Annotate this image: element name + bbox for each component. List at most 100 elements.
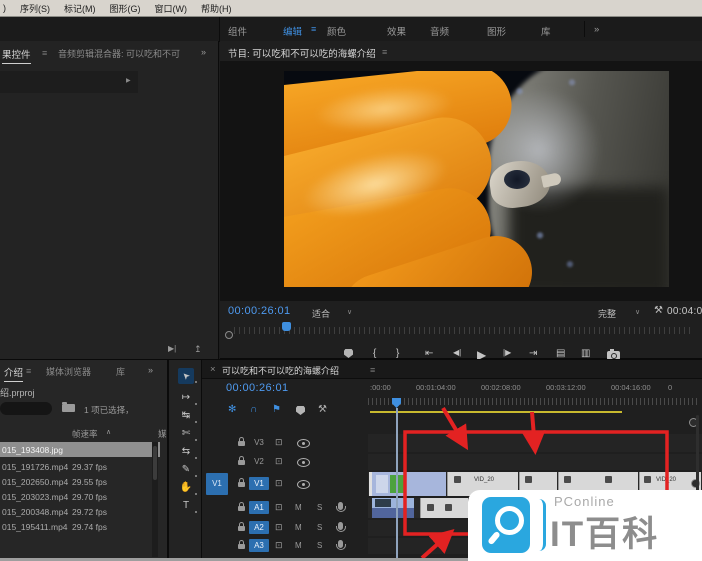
timeline-tab-title[interactable]: 可以吃和不可以吃的海螺介绍 [222, 364, 339, 379]
mark-out-button[interactable]: } [396, 348, 399, 359]
lock-icon[interactable] [238, 460, 245, 465]
step-back-button[interactable]: ◀| [453, 348, 461, 357]
workspace-tab-color[interactable]: 颜色 [327, 24, 346, 38]
scrubber-knob[interactable] [225, 331, 233, 339]
workspace-tab-effects[interactable]: 效果 [387, 24, 406, 38]
solo-button[interactable]: S [317, 503, 322, 512]
project-panel-menu-icon[interactable]: ≡ [26, 366, 31, 376]
timeline-panel-menu-icon[interactable]: ≡ [370, 365, 375, 375]
workspace-tab-libraries[interactable]: 库 [541, 24, 551, 38]
eye-icon[interactable] [297, 480, 310, 489]
razor-tool[interactable]: ✄ [178, 426, 194, 442]
selection-tool[interactable]: ➤ [178, 368, 194, 384]
go-to-out-button[interactable]: ⇥ [529, 348, 537, 359]
step-forward-button[interactable]: |▶ [503, 348, 511, 357]
track-name[interactable]: A2 [249, 521, 269, 534]
project-search-input[interactable] [0, 402, 52, 415]
sync-lock-icon[interactable]: ⊡ [275, 540, 283, 551]
zoom-level-select[interactable]: 适合 [312, 307, 330, 320]
mic-icon[interactable] [338, 540, 343, 548]
audio-clip-top[interactable] [372, 498, 414, 508]
workspace-tab-graphics[interactable]: 图形 [487, 24, 506, 38]
track-name[interactable]: V2 [249, 455, 269, 468]
menu-item-help[interactable]: 帮助(H) [201, 2, 232, 15]
scrubber-playhead[interactable] [282, 322, 291, 331]
work-area-bar[interactable] [370, 411, 622, 413]
video-clip-selected[interactable] [372, 472, 446, 496]
track-lane-v2[interactable] [368, 454, 702, 470]
close-icon[interactable]: × [210, 364, 216, 375]
mute-button[interactable]: M [295, 523, 302, 532]
track-name[interactable]: V1 [249, 477, 269, 490]
workspace-tab-menu-icon[interactable]: ≡ [311, 24, 316, 34]
settings-wrench-icon[interactable]: ⚒ [654, 305, 663, 316]
file-row[interactable]: 015_191726.mp4 29.37 fps [0, 459, 160, 474]
type-tool[interactable]: T [178, 498, 194, 514]
audio-clip[interactable] [420, 498, 468, 518]
panel-overflow-icon[interactable]: » [201, 47, 206, 57]
sync-lock-icon[interactable]: ⊡ [275, 502, 283, 513]
sync-lock-icon[interactable]: ⊡ [275, 437, 283, 448]
slip-tool[interactable]: ⇆ [178, 444, 194, 460]
project-overflow-icon[interactable]: » [148, 365, 153, 375]
track-name[interactable]: V3 [249, 436, 269, 449]
file-row[interactable]: 015_195411.mp4 29.74 fps [0, 519, 160, 534]
file-row[interactable]: 015_200348.mp4 29.72 fps [0, 504, 160, 519]
lock-icon[interactable] [238, 526, 245, 531]
lock-icon[interactable] [238, 482, 245, 487]
panel-menu-icon[interactable]: ≡ [42, 48, 47, 58]
folder-icon[interactable] [62, 404, 75, 412]
tab-media-browser[interactable]: 媒体浏览器 [46, 365, 91, 378]
file-row[interactable]: 015_202650.mp4 29.55 fps [0, 474, 160, 489]
menu-item-graphics[interactable]: 图形(G) [110, 2, 141, 15]
track-name[interactable]: A3 [249, 539, 269, 552]
program-panel-menu-icon[interactable]: ≡ [382, 47, 387, 57]
track-lane-v3[interactable] [368, 434, 702, 452]
go-to-in-button[interactable]: ⇤ [425, 348, 433, 359]
mic-icon[interactable] [338, 502, 343, 510]
lift-button[interactable]: ▤ [556, 348, 565, 359]
source-patch-v1[interactable]: V1 [206, 473, 228, 495]
eye-icon[interactable] [297, 439, 310, 448]
tab-project[interactable]: 介绍 [4, 365, 23, 382]
project-scrollbar[interactable] [152, 442, 158, 557]
solo-button[interactable]: S [317, 541, 322, 550]
lock-icon[interactable] [238, 441, 245, 446]
pen-tool[interactable]: ✎ [178, 462, 194, 478]
lock-icon[interactable] [238, 506, 245, 511]
program-scrubber[interactable] [228, 322, 696, 336]
export-icon[interactable]: ↥ [194, 344, 202, 355]
timeline-timecode[interactable]: 00:00:26:01 [226, 382, 289, 394]
workspace-tab-assembly[interactable]: 组件 [228, 24, 247, 38]
track-name[interactable]: A1 [249, 501, 269, 514]
timeline-playhead[interactable] [392, 398, 401, 408]
disclosure-icon[interactable]: ▶ [126, 77, 131, 84]
timeline-ruler[interactable] [368, 398, 698, 405]
workspace-overflow-icon[interactable]: » [594, 24, 599, 35]
menu-item-sequence[interactable]: 序列(S) [20, 2, 50, 15]
mute-button[interactable]: M [295, 503, 302, 512]
extract-button[interactable]: ▥ [581, 348, 590, 359]
solo-button[interactable]: S [317, 523, 322, 532]
sync-lock-icon[interactable]: ⊡ [275, 522, 283, 533]
track-select-tool[interactable]: ↦ [178, 390, 194, 406]
nest-toggle-icon[interactable]: ✻ [228, 404, 236, 415]
lock-icon[interactable] [238, 544, 245, 549]
menu-item-window[interactable]: 窗口(W) [155, 2, 188, 15]
add-marker-button[interactable] [344, 349, 353, 358]
hand-tool[interactable]: ✋ [178, 480, 194, 496]
file-row[interactable]: 015_193408.jpg [0, 442, 160, 457]
linked-selection-icon[interactable]: ⚑ [272, 404, 281, 415]
column-frame-rate[interactable]: 帧速率 [72, 428, 98, 440]
tab-libraries[interactable]: 库 [116, 365, 125, 378]
audio-clip-waveform[interactable] [372, 508, 414, 518]
timeline-add-marker-icon[interactable] [296, 406, 305, 415]
chevron-down-icon[interactable]: ∨ [347, 308, 352, 316]
sync-lock-icon[interactable]: ⊡ [275, 456, 283, 467]
column-media-start[interactable]: 媒 [158, 428, 167, 440]
sync-lock-icon[interactable]: ⊡ [275, 478, 283, 489]
program-tab-title[interactable]: 节目: 可以吃和不可以吃的海螺介绍 [228, 46, 376, 62]
file-row[interactable]: 015_203023.mp4 29.70 fps [0, 489, 160, 504]
menu-item-marker[interactable]: 标记(M) [64, 2, 96, 15]
workspace-tab-editing[interactable]: 编辑 [283, 24, 302, 38]
